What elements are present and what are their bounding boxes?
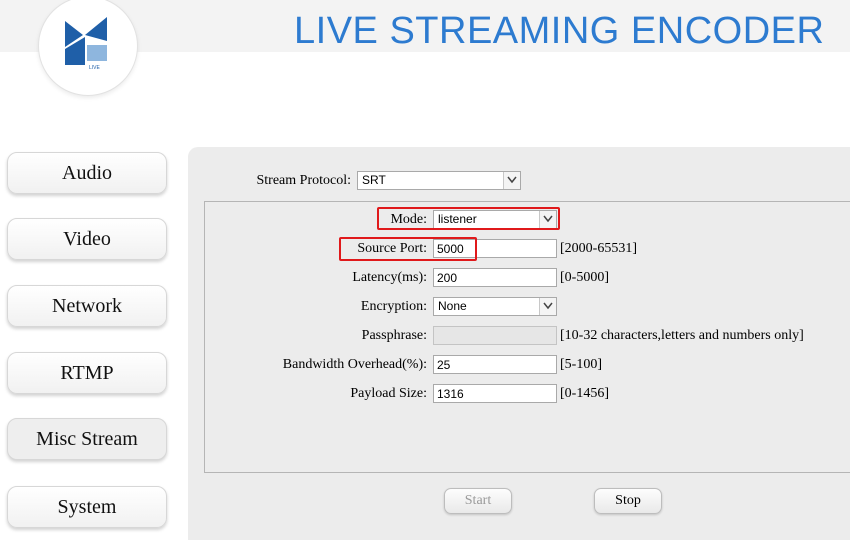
bandwidth-label: Bandwidth Overhead(%): xyxy=(282,357,427,372)
latency-input[interactable]: 200 xyxy=(433,268,557,287)
start-button[interactable]: Start xyxy=(444,488,512,514)
nav-network-button[interactable]: Network xyxy=(7,285,167,327)
encryption-dropdown-arrow[interactable] xyxy=(539,298,556,315)
payload-label: Payload Size: xyxy=(350,386,427,401)
latency-label: Latency(ms): xyxy=(352,270,427,285)
protocol-dropdown-arrow[interactable] xyxy=(503,172,520,189)
nav-video-button[interactable]: Video xyxy=(7,218,167,260)
stop-button[interactable]: Stop xyxy=(594,488,662,514)
logo-icon: LIVE xyxy=(65,17,107,71)
passphrase-label: Passphrase: xyxy=(361,328,427,343)
nav-rtmp-button[interactable]: RTMP xyxy=(7,352,167,394)
logo: LIVE xyxy=(38,0,138,96)
encryption-label: Encryption: xyxy=(360,299,427,314)
bandwidth-input[interactable]: 25 xyxy=(433,355,557,374)
nav-misc-stream-button[interactable]: Misc Stream xyxy=(7,418,167,460)
chevron-down-icon xyxy=(543,302,553,310)
logo-text: LIVE xyxy=(89,65,101,71)
payload-input[interactable]: 1316 xyxy=(433,384,557,403)
protocol-select[interactable]: SRT xyxy=(357,171,521,190)
latency-hint: [0-5000] xyxy=(560,270,609,285)
protocol-value: SRT xyxy=(362,173,386,187)
nav-system-button[interactable]: System xyxy=(7,486,167,528)
passphrase-hint: [10-32 characters,letters and numbers on… xyxy=(560,328,804,343)
payload-hint: [0-1456] xyxy=(560,386,609,401)
mode-highlight-box xyxy=(377,207,560,230)
passphrase-input[interactable] xyxy=(433,326,557,345)
chevron-down-icon xyxy=(507,176,517,184)
encryption-select[interactable]: None xyxy=(433,297,557,316)
source-port-highlight-box xyxy=(339,237,477,261)
nav-audio-button[interactable]: Audio xyxy=(7,152,167,194)
bandwidth-hint: [5-100] xyxy=(560,357,602,372)
protocol-label: Stream Protocol: xyxy=(256,173,352,188)
encryption-value: None xyxy=(438,299,467,313)
app-title: LIVE STREAMING ENCODER xyxy=(294,10,825,52)
source-port-hint: [2000-65531] xyxy=(560,241,637,256)
